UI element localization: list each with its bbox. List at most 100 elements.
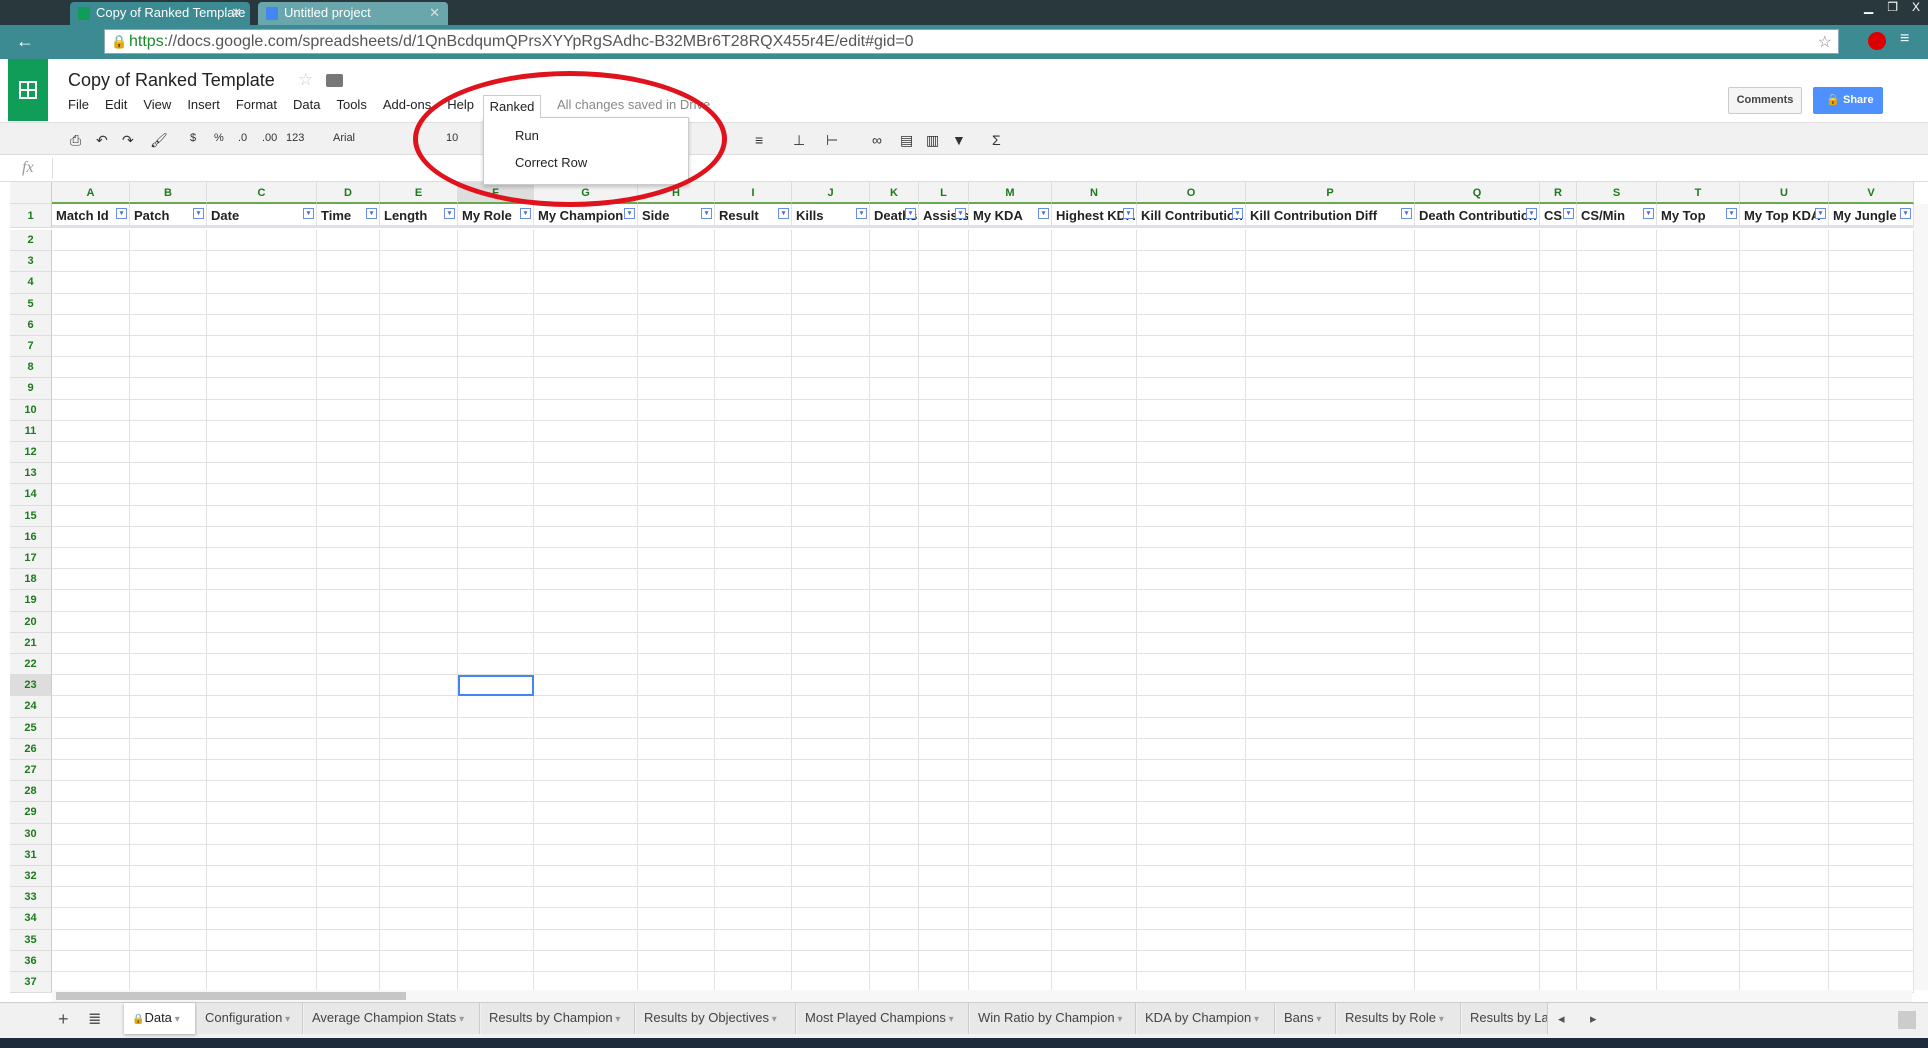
cell[interactable] xyxy=(715,717,792,739)
header-cell[interactable]: My KDA ▾ xyxy=(969,204,1052,228)
cell[interactable] xyxy=(919,802,969,824)
cell[interactable] xyxy=(207,654,317,676)
cell[interactable] xyxy=(130,654,207,676)
cell[interactable] xyxy=(207,696,317,718)
column-header-N[interactable]: N xyxy=(1052,182,1137,204)
cell[interactable] xyxy=(130,802,207,824)
cell[interactable] xyxy=(207,611,317,633)
filter-dropdown-icon[interactable]: ▾ xyxy=(701,208,712,219)
cell[interactable] xyxy=(1246,866,1415,888)
cell[interactable] xyxy=(1052,230,1137,252)
cell[interactable] xyxy=(458,887,534,909)
select-all-corner[interactable] xyxy=(10,182,52,204)
cell[interactable] xyxy=(870,611,919,633)
share-button[interactable]: 🔒 Share xyxy=(1813,87,1883,114)
cell[interactable] xyxy=(919,781,969,803)
cell[interactable] xyxy=(1052,336,1137,358)
cell[interactable] xyxy=(52,823,130,845)
cell[interactable] xyxy=(1415,378,1540,400)
cell[interactable] xyxy=(458,844,534,866)
cell[interactable] xyxy=(1540,887,1577,909)
column-header-O[interactable]: O xyxy=(1137,182,1246,204)
cell[interactable] xyxy=(792,442,870,464)
cell[interactable] xyxy=(1540,548,1577,570)
cell[interactable] xyxy=(1577,654,1657,676)
row-header[interactable]: 32 xyxy=(10,866,52,888)
vertical-scrollbar[interactable] xyxy=(1914,204,1928,990)
cell[interactable] xyxy=(1740,654,1829,676)
cell[interactable] xyxy=(1137,526,1246,548)
cell[interactable] xyxy=(919,442,969,464)
undo-icon[interactable]: ↶ xyxy=(96,132,108,149)
cell[interactable] xyxy=(458,272,534,294)
cell[interactable] xyxy=(317,442,380,464)
cell[interactable] xyxy=(207,230,317,252)
cell[interactable] xyxy=(534,950,638,972)
cell[interactable] xyxy=(1740,442,1829,464)
cell[interactable] xyxy=(1137,632,1246,654)
filter-dropdown-icon[interactable]: ▾ xyxy=(1726,208,1737,219)
cell[interactable] xyxy=(1829,866,1914,888)
cell[interactable] xyxy=(715,887,792,909)
cell[interactable] xyxy=(919,251,969,273)
cell[interactable] xyxy=(380,569,458,591)
cell[interactable] xyxy=(380,484,458,506)
cell[interactable] xyxy=(458,569,534,591)
cell[interactable] xyxy=(1415,781,1540,803)
cell[interactable] xyxy=(1415,738,1540,760)
cell[interactable] xyxy=(1052,781,1137,803)
cell[interactable] xyxy=(969,738,1052,760)
cell[interactable] xyxy=(207,760,317,782)
cell[interactable] xyxy=(458,293,534,315)
header-cell[interactable]: CS ▾ xyxy=(1540,204,1577,228)
cell[interactable] xyxy=(715,272,792,294)
cell[interactable] xyxy=(919,675,969,697)
row-header[interactable]: 13 xyxy=(10,463,52,485)
cell[interactable] xyxy=(317,866,380,888)
cell[interactable] xyxy=(715,442,792,464)
cell[interactable] xyxy=(1829,293,1914,315)
cell[interactable] xyxy=(1415,548,1540,570)
cell[interactable] xyxy=(1246,696,1415,718)
cell[interactable] xyxy=(1740,611,1829,633)
cell[interactable] xyxy=(1415,590,1540,612)
cell[interactable] xyxy=(130,505,207,527)
cell[interactable] xyxy=(52,887,130,909)
cell[interactable] xyxy=(1657,844,1740,866)
cell[interactable] xyxy=(207,484,317,506)
cell[interactable] xyxy=(1657,654,1740,676)
filter-dropdown-icon[interactable]: ▾ xyxy=(1232,208,1243,219)
cell[interactable] xyxy=(792,484,870,506)
cell[interactable] xyxy=(317,463,380,485)
cell[interactable] xyxy=(638,314,715,336)
cell[interactable] xyxy=(317,484,380,506)
cell[interactable] xyxy=(52,738,130,760)
cell[interactable] xyxy=(534,463,638,485)
cell[interactable] xyxy=(1052,548,1137,570)
chrome-menu-icon[interactable]: ≡ xyxy=(1900,30,1909,48)
cell[interactable] xyxy=(317,526,380,548)
cell[interactable] xyxy=(207,950,317,972)
cell[interactable] xyxy=(638,696,715,718)
cell[interactable] xyxy=(1540,929,1577,951)
column-header-A[interactable]: A xyxy=(52,182,130,204)
cell[interactable] xyxy=(130,484,207,506)
cell[interactable] xyxy=(52,696,130,718)
sheet-menu-arrow-icon[interactable]: ▾ xyxy=(172,1014,180,1025)
cell[interactable] xyxy=(317,230,380,252)
cell[interactable] xyxy=(870,378,919,400)
cell[interactable] xyxy=(1137,357,1246,379)
cell[interactable] xyxy=(380,696,458,718)
cell[interactable] xyxy=(969,378,1052,400)
cell[interactable] xyxy=(1657,760,1740,782)
cell[interactable] xyxy=(1740,272,1829,294)
cell[interactable] xyxy=(1740,420,1829,442)
filter-dropdown-icon[interactable]: ▾ xyxy=(856,208,867,219)
cell[interactable] xyxy=(458,548,534,570)
cell[interactable] xyxy=(1740,781,1829,803)
column-header-M[interactable]: M xyxy=(969,182,1052,204)
cell[interactable] xyxy=(969,632,1052,654)
column-header-J[interactable]: J xyxy=(792,182,870,204)
cell[interactable] xyxy=(130,696,207,718)
cell[interactable] xyxy=(1137,590,1246,612)
